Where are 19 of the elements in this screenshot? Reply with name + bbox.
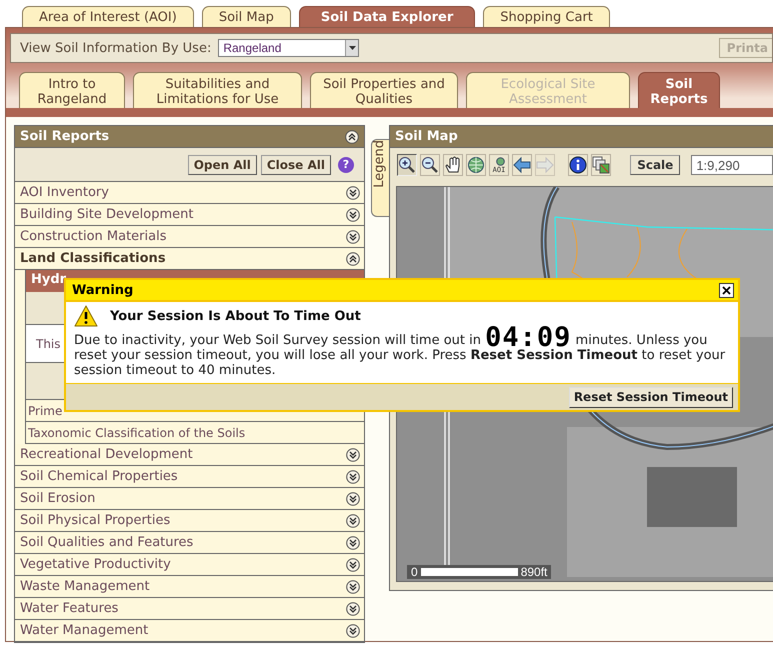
- category-label: Soil Qualities and Features: [20, 535, 194, 550]
- category-label: Building Site Development: [20, 207, 194, 222]
- category-label: Construction Materials: [20, 229, 166, 244]
- category-label: Land Classifications: [20, 251, 166, 266]
- category-label: AOI Inventory: [20, 185, 109, 200]
- category-label: Recreational Development: [20, 447, 193, 462]
- category-label: Soil Erosion: [20, 491, 96, 506]
- category-label: Soil Chemical Properties: [20, 469, 178, 484]
- category-label: Water Management: [20, 623, 148, 638]
- dialog-heading: Your Session Is About To Time Out: [110, 308, 361, 324]
- map-panel-title: Soil Map: [390, 126, 773, 148]
- scale-bar: 0 890ft: [407, 565, 552, 579]
- panel-title: Soil Reports: [20, 129, 110, 144]
- view-by-use-label: View Soil Information By Use:: [20, 40, 212, 56]
- report-description: This: [36, 336, 61, 350]
- category-label: Water Features: [20, 601, 118, 616]
- category-label: Vegetative Productivity: [20, 557, 171, 572]
- category-label: Waste Management: [20, 579, 150, 594]
- category-label: Soil Physical Properties: [20, 513, 170, 528]
